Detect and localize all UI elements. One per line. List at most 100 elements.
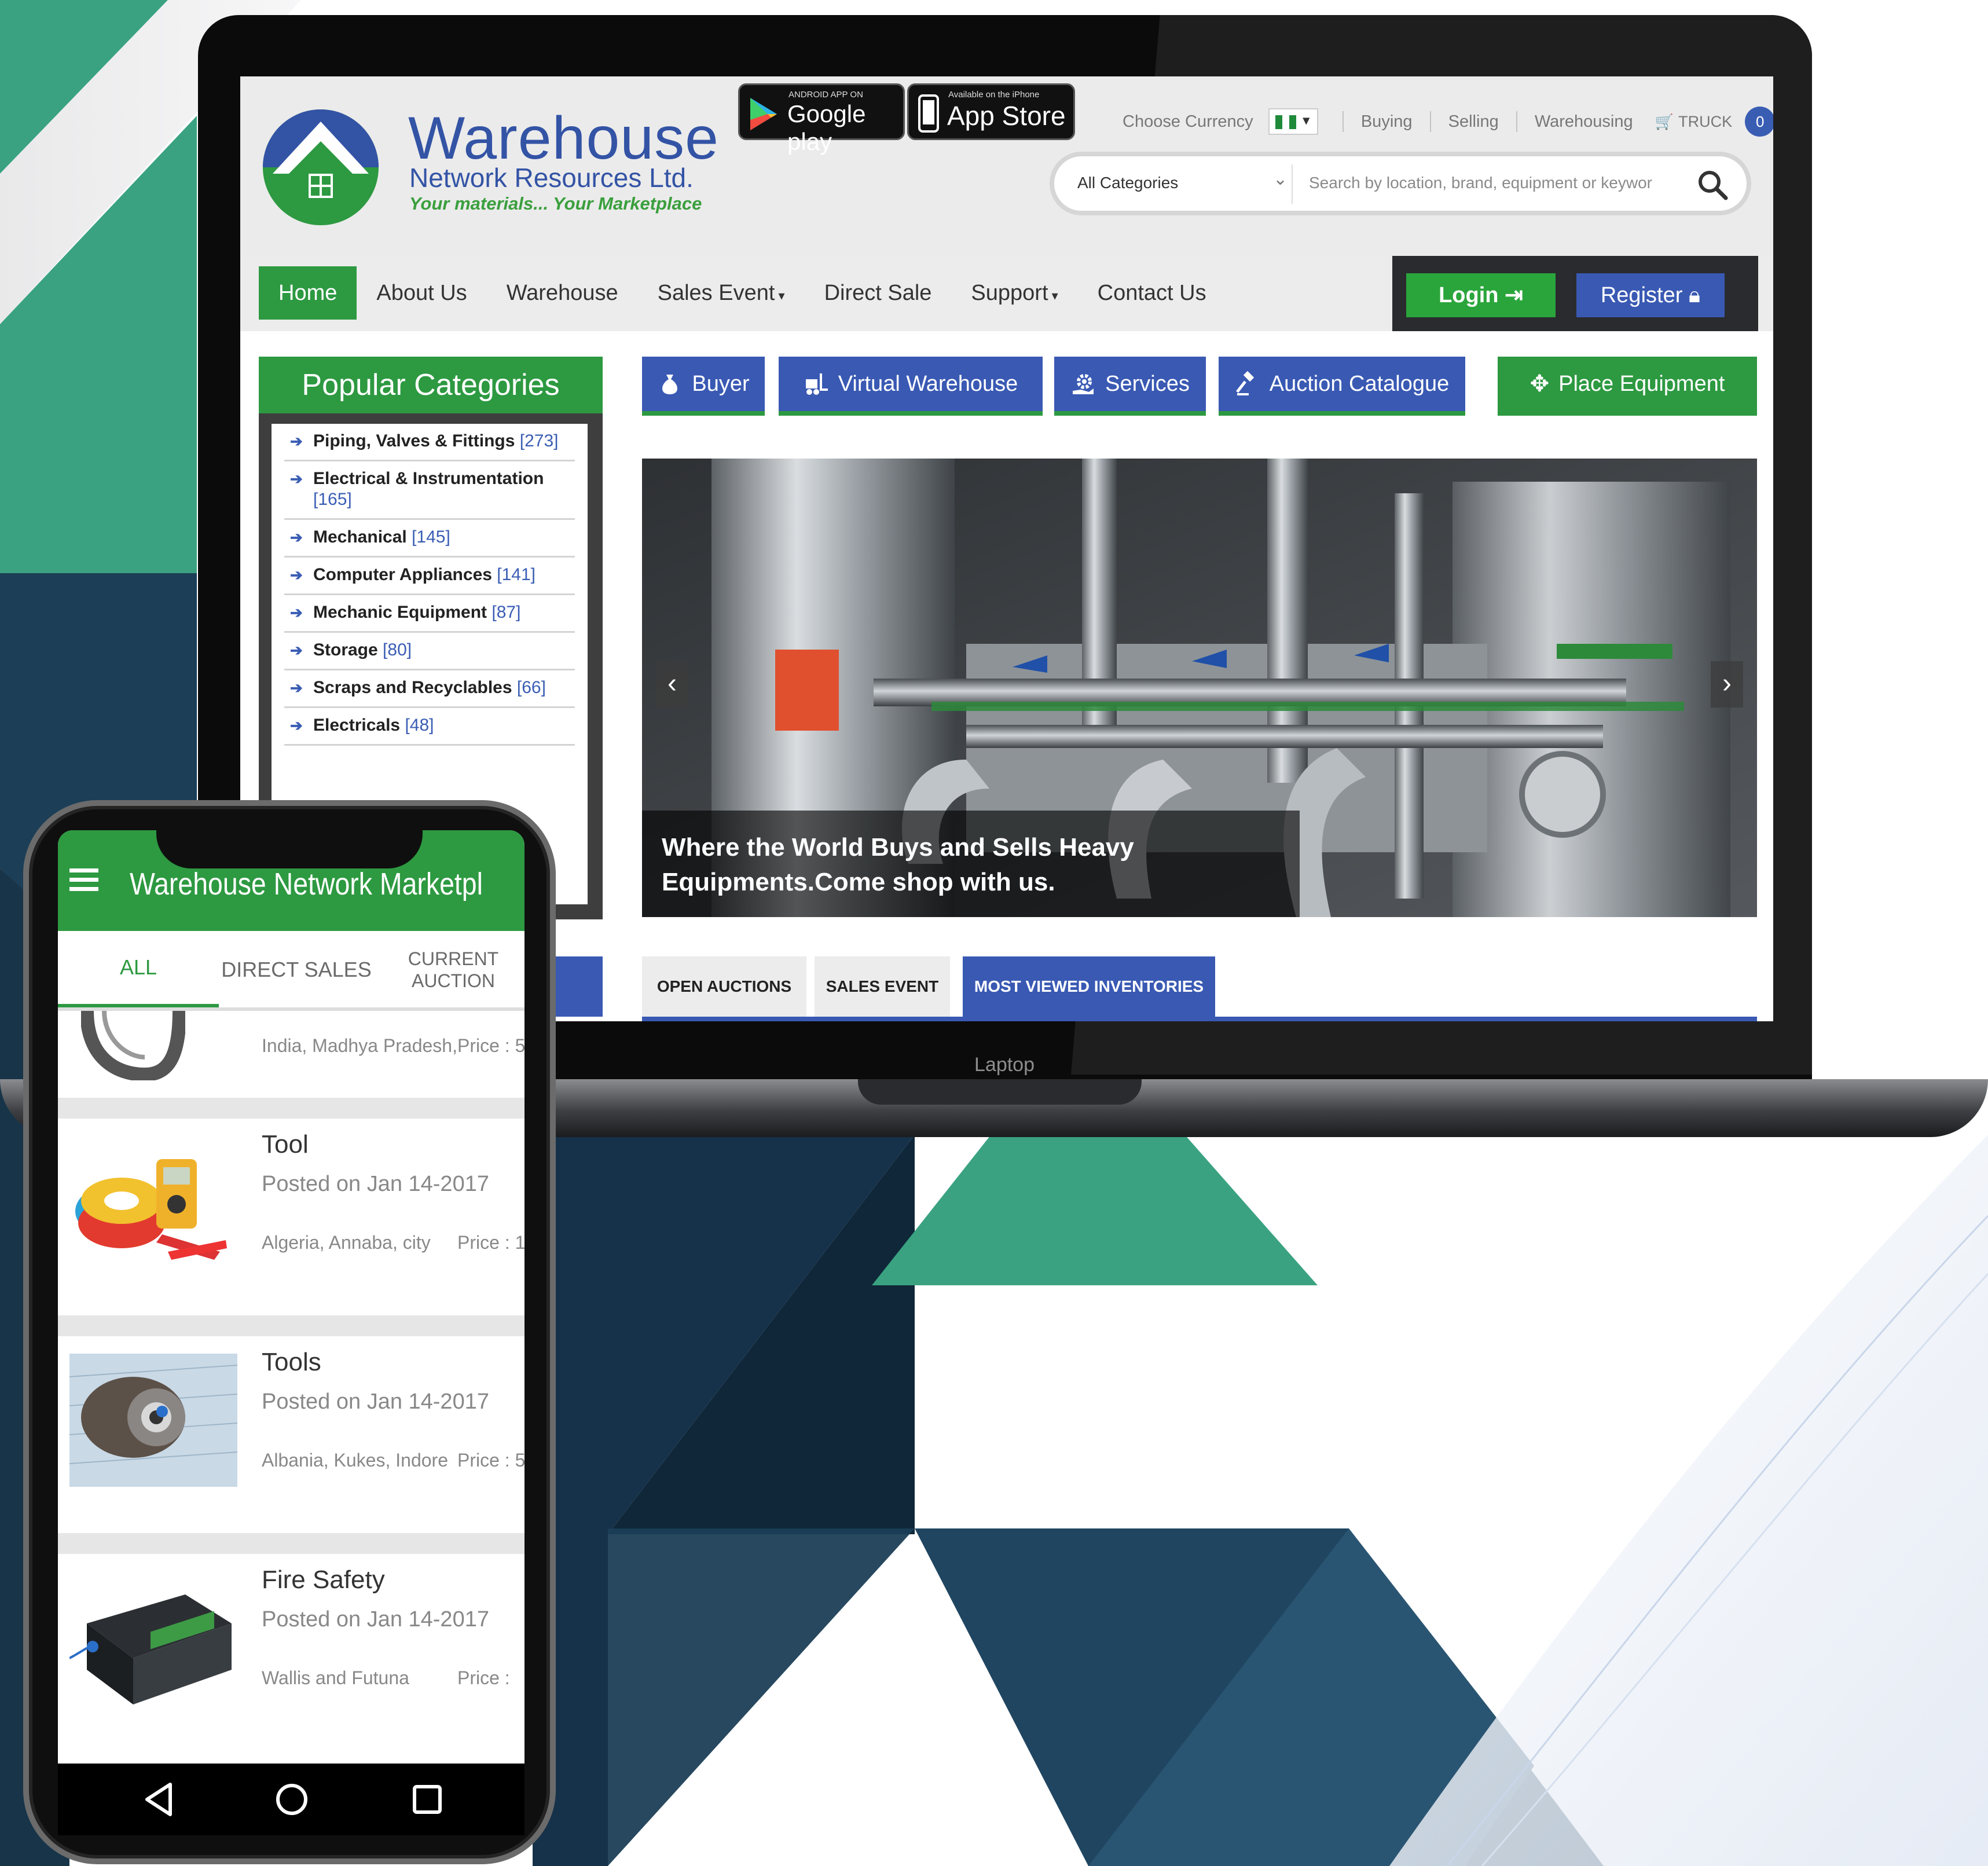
categories-title: Popular Categories: [259, 357, 603, 413]
divider: [1342, 111, 1344, 132]
login-button[interactable]: Login ⇥: [1406, 273, 1556, 317]
arrow-right-icon: ➔: [290, 717, 303, 734]
tab-buyer[interactable]: Buyer: [642, 357, 765, 416]
category-count: [141]: [497, 565, 536, 584]
login-label: Login: [1439, 283, 1499, 307]
nav-home[interactable]: Home: [259, 266, 357, 320]
tab-services[interactable]: Services: [1054, 357, 1206, 416]
carousel-prev-button[interactable]: ‹: [656, 661, 688, 707]
tab-auction-catalogue[interactable]: Auction Catalogue: [1219, 357, 1465, 416]
search-divider: [1292, 164, 1293, 204]
buying-link[interactable]: Buying: [1361, 112, 1413, 131]
divider: [1429, 111, 1431, 132]
product-location: India, Madhya Pradesh,: [262, 1035, 457, 1056]
hero-caption-line2: Equipments.Come shop with us.: [662, 868, 1055, 896]
currency-flag-dropdown[interactable]: ▾: [1268, 108, 1318, 135]
search-category-select[interactable]: All Categories: [1077, 174, 1178, 192]
category-item[interactable]: ➔ Mechanical [145]: [284, 520, 575, 558]
category-name: Scraps and Recyclables: [313, 678, 512, 697]
chevron-down-icon: ⌄: [1273, 170, 1288, 189]
play-icon: [750, 98, 777, 130]
category-name: Electricals: [313, 716, 401, 735]
register-button[interactable]: Register 🔒︎: [1576, 273, 1725, 317]
app-tab-current-auctions[interactable]: CURRENT AUCTION: [382, 931, 524, 1009]
nav-about-us[interactable]: About Us: [357, 266, 486, 320]
nav-sales-event-label: Sales Event: [657, 281, 775, 305]
nav-support[interactable]: Support ▾: [951, 266, 1077, 320]
search-icon[interactable]: [1697, 169, 1728, 200]
category-item[interactable]: ➔ Computer Appliances [141]: [284, 558, 575, 595]
product-location: Albania, Kukes, Indore: [262, 1450, 448, 1471]
nav-contact-us[interactable]: Contact Us: [1078, 266, 1226, 320]
app-tab-current-line1: CURRENT: [408, 948, 499, 969]
tab-virtual-warehouse[interactable]: Virtual Warehouse: [779, 357, 1043, 416]
category-item[interactable]: ➔ Scraps and Recyclables [66]: [284, 670, 575, 708]
inventory-tabs-underline: [642, 1017, 1757, 1021]
list-item[interactable]: Tool Posted on Jan 14-2017 Algeria, Anna…: [58, 1119, 524, 1315]
gear-hand-icon: [1073, 374, 1094, 394]
cart-count-badge: 0: [1745, 107, 1773, 137]
truck-cart-link[interactable]: TRUCK: [1678, 113, 1732, 131]
app-title: Warehouse Network Marketpl: [130, 867, 483, 901]
android-nav-bar: [58, 1764, 524, 1835]
gavel-icon: [1235, 371, 1254, 395]
product-date: Posted on Jan 14-2017: [262, 1172, 489, 1196]
tab-open-auctions[interactable]: OPEN AUCTIONS: [642, 956, 806, 1017]
selling-link[interactable]: Selling: [1448, 112, 1499, 131]
currency-label: Choose Currency: [1123, 112, 1253, 131]
list-item[interactable]: India, Madhya Pradesh, Price : 5: [58, 1011, 524, 1098]
arrow-right-icon: ➔: [290, 641, 303, 659]
tab-auction-catalogue-label: Auction Catalogue: [1269, 371, 1450, 396]
nav-sales-event[interactable]: Sales Event ▾: [638, 266, 805, 320]
nav-direct-sale[interactable]: Direct Sale: [805, 266, 952, 320]
product-location: Algeria, Annaba, city: [262, 1232, 431, 1253]
carousel-next-button[interactable]: ›: [1711, 661, 1743, 707]
hero-caption: Where the World Buys and Sells Heavy Equ…: [642, 811, 1300, 917]
product-location: Wallis and Futuna: [262, 1667, 409, 1688]
app-tab-direct-sales[interactable]: DIRECT SALES: [219, 931, 374, 1009]
category-item[interactable]: ➔ Electrical & Instrumentation [165]: [284, 461, 575, 520]
app-tabs: ALL DIRECT SALES CURRENT AUCTION: [58, 931, 524, 1009]
product-date: Posted on Jan 14-2017: [262, 1390, 489, 1414]
product-price: Price :: [457, 1667, 510, 1688]
place-equipment-button[interactable]: ✥ Place Equipment: [1498, 357, 1757, 416]
tab-sales-event[interactable]: SALES EVENT: [815, 956, 950, 1017]
hamburger-menu-icon[interactable]: [69, 868, 98, 892]
app-store-badge[interactable]: Available on the iPhone App Store: [907, 83, 1075, 140]
bearing-image: [81, 1011, 185, 1080]
phone-screen: Warehouse Network Marketpl ALL DIRECT SA…: [58, 830, 524, 1764]
warehouse-logo-icon[interactable]: [260, 105, 382, 229]
nav-warehouse[interactable]: Warehouse: [487, 266, 638, 320]
category-item[interactable]: ➔ Electricals [48]: [284, 708, 575, 746]
search-bar: All Categories ⌄: [1050, 152, 1751, 215]
google-play-badge[interactable]: ANDROID APP ON Google play: [738, 83, 905, 155]
inventory-tabs: OPEN AUCTIONS SALES EVENT MOST VIEWED IN…: [642, 956, 1757, 1021]
product-title: Tools: [262, 1348, 321, 1376]
warehousing-link[interactable]: Warehousing: [1535, 112, 1633, 131]
truck-cart-icon: 🛒: [1655, 112, 1674, 130]
category-count: [48]: [405, 716, 434, 735]
tab-most-viewed-inventories[interactable]: MOST VIEWED INVENTORIES: [963, 956, 1215, 1017]
back-icon[interactable]: [139, 1779, 181, 1820]
category-count: [80]: [383, 640, 412, 659]
hero-carousel[interactable]: Where the World Buys and Sells Heavy Equ…: [642, 459, 1757, 917]
auth-box: Login ⇥ Register 🔒︎: [1392, 256, 1758, 331]
list-separator: [58, 1098, 524, 1119]
home-circle-icon[interactable]: [271, 1779, 313, 1820]
category-item[interactable]: ➔ Piping, Valves & Fittings [273]: [284, 424, 575, 461]
caret-down-icon: ▾: [1048, 288, 1058, 303]
category-count: [66]: [516, 678, 546, 697]
search-input[interactable]: [1309, 167, 1679, 199]
product-price: Price : 5: [457, 1035, 524, 1056]
phone-notch: [156, 828, 423, 868]
category-item[interactable]: ➔ Storage [80]: [284, 633, 575, 670]
recents-square-icon[interactable]: [406, 1779, 448, 1820]
brand-subtitle: Network Resources Ltd.: [409, 163, 694, 193]
category-count: [273]: [519, 431, 559, 450]
register-label: Register: [1600, 283, 1683, 307]
category-item[interactable]: ➔ Mechanic Equipment [87]: [284, 595, 575, 633]
list-item[interactable]: Fire Safety Posted on Jan 14-2017 Wallis…: [58, 1554, 524, 1751]
app-tab-all[interactable]: ALL: [58, 931, 219, 1009]
nav-support-label: Support: [971, 281, 1048, 305]
list-item[interactable]: Tools Posted on Jan 14-2017 Albania, Kuk…: [58, 1336, 524, 1533]
